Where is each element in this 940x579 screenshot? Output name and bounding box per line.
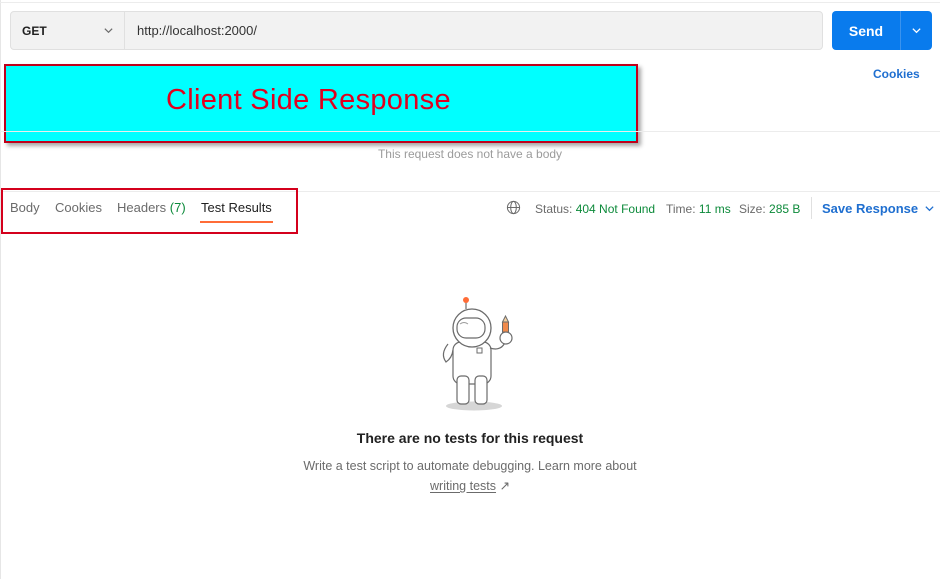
method-select[interactable]: GET: [11, 12, 125, 49]
cookies-link[interactable]: Cookies: [873, 67, 920, 81]
time-info[interactable]: Time: 11 ms: [666, 202, 731, 216]
send-options-dropdown[interactable]: [901, 11, 932, 50]
empty-state-description: Write a test script to automate debuggin…: [303, 459, 637, 473]
empty-state-title: There are no tests for this request: [356, 430, 584, 446]
banner-text: Client Side Response: [166, 84, 451, 116]
headers-count: (7): [169, 200, 186, 215]
tab-cookies[interactable]: Cookies: [55, 200, 102, 215]
size-label: Size:: [739, 202, 766, 216]
active-tab-indicator: [200, 221, 273, 223]
tab-label: Body: [10, 200, 40, 215]
tab-label: Headers: [117, 200, 167, 215]
size-value: 285 B: [769, 202, 801, 216]
writing-tests-link[interactable]: writing tests: [430, 479, 496, 493]
time-value: 11 ms: [698, 202, 731, 216]
tab-label: Test Results: [201, 200, 272, 215]
chevron-down-icon: [104, 28, 113, 34]
send-button-group: Send: [832, 11, 932, 50]
url-text: http://localhost:2000/: [137, 23, 257, 38]
time-label: Time:: [666, 202, 696, 216]
size-info[interactable]: Size: 285 B: [739, 202, 800, 216]
status-info[interactable]: Status: 404 Not Found: [535, 202, 655, 216]
status-label: Status:: [535, 202, 573, 216]
url-input[interactable]: http://localhost:2000/: [125, 12, 822, 49]
send-button[interactable]: Send: [832, 11, 900, 50]
save-response-label: Save Response: [822, 201, 919, 216]
external-link-icon: ↗: [499, 479, 510, 493]
request-url-bar: GET http://localhost:2000/: [10, 11, 823, 50]
tab-label: Cookies: [55, 200, 102, 215]
tab-test-results[interactable]: Test Results: [201, 200, 272, 215]
top-divider: [0, 2, 940, 3]
status-value: 404 Not Found: [575, 202, 656, 216]
no-body-message: This request does not have a body: [377, 147, 563, 161]
save-response-button[interactable]: Save Response: [822, 201, 935, 216]
chevron-down-icon: [925, 206, 934, 212]
tab-body[interactable]: Body: [10, 200, 40, 215]
astronaut-illustration: [442, 297, 513, 411]
chevron-down-icon: [912, 28, 921, 34]
writing-tests-row: writing tests ↗: [0, 478, 940, 493]
globe-icon[interactable]: [506, 200, 521, 215]
method-label: GET: [22, 23, 47, 38]
tab-headers[interactable]: Headers (7): [117, 200, 186, 215]
divider: [0, 131, 940, 132]
divider: [811, 197, 812, 219]
